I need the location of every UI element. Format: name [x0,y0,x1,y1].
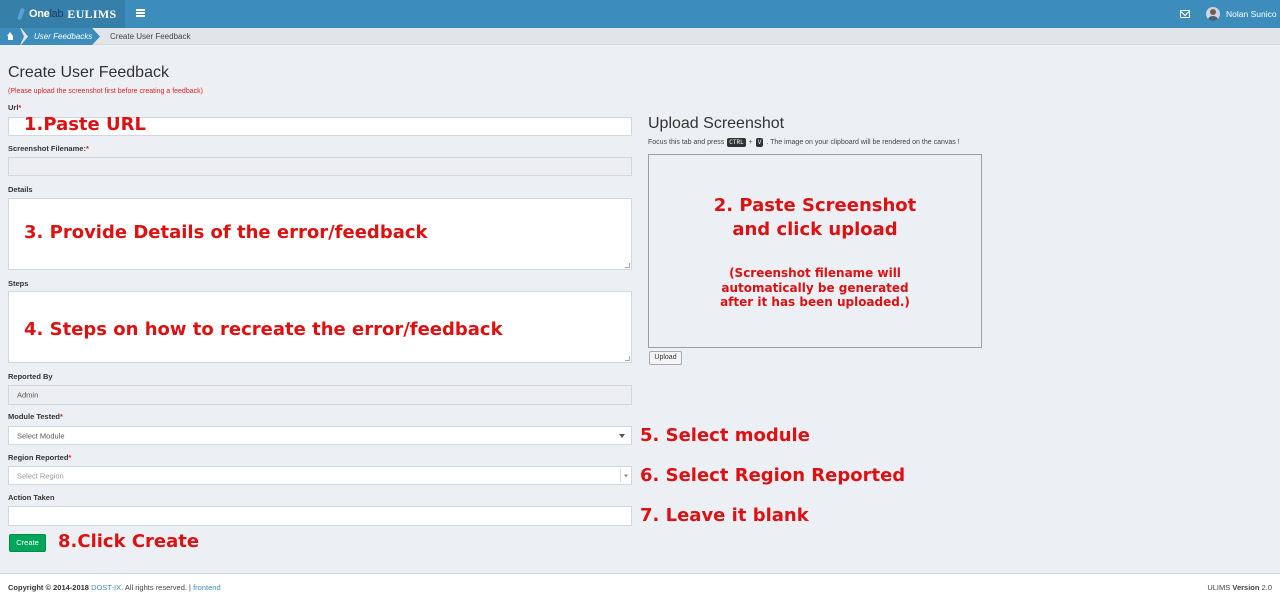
footer-copyright: Copyright © 2014-2018 DOST-IX. All right… [8,583,221,592]
region-reported-label: Region Reported* [8,453,72,462]
top-navbar: Onelab EULIMS Nolan Sunico [0,0,1280,28]
user-name: Nolan Sunico [1226,9,1277,19]
ctrl-key: CTRL [727,138,746,147]
module-tested-label: Module Tested* [8,412,63,421]
url-label: Url* [8,103,22,112]
breadcrumb-current-page: Create User Feedback [110,32,191,41]
reported-by-label: Reported By [8,372,53,381]
logo-eulims-text: EULIMS [67,6,117,21]
footer-frontend-link[interactable]: frontend [193,583,221,592]
v-key: V [755,138,764,147]
resize-handle-icon[interactable] [625,356,630,361]
annotation-step-2: 2. Paste Screenshot and click upload [713,195,917,240]
annotation-step-5: 5. Select module [640,425,810,446]
app-logo[interactable]: Onelab EULIMS [0,0,125,28]
chevron-down-icon [619,433,625,438]
footer: Copyright © 2014-2018 DOST-IX. All right… [0,573,1280,600]
envelope-icon[interactable] [1180,10,1190,18]
region-select[interactable]: Select Region [8,466,632,485]
steps-label: Steps [8,279,29,288]
logo-onelab-text: Onelab [29,8,64,20]
annotation-step-8: 8.Click Create [58,531,200,552]
upload-screenshot-title: Upload Screenshot [648,115,785,132]
footer-version: ULIMS Version 2.0 [1207,583,1272,592]
select-divider [620,469,621,482]
reported-by-value: Admin [17,390,39,400]
footer-org-link[interactable]: DOST-IX [91,583,121,592]
breadcrumb-user-feedbacks[interactable]: User Feedbacks [21,28,100,45]
create-button[interactable]: Create [9,534,46,552]
action-taken-input[interactable] [8,506,632,526]
breadcrumb-home[interactable] [0,28,24,45]
annotation-step-1: 1.Paste URL [24,114,146,135]
module-select[interactable]: Select Module [8,426,632,445]
annotation-step-2-note: (Screenshot filename will automatically … [720,266,910,309]
reported-by-input[interactable]: Admin [8,385,632,405]
chevron-down-icon [624,474,628,477]
breadcrumb: User Feedbacks Create User Feedback [0,28,1280,45]
annotation-step-6: 6. Select Region Reported [640,465,906,486]
module-select-value: Select Module [17,431,65,440]
annotation-step-4: 4. Steps on how to recreate the error/fe… [24,319,503,340]
home-icon [6,32,15,40]
resize-handle-icon[interactable] [625,263,630,268]
sidebar-toggle-icon[interactable] [136,9,145,17]
upload-button[interactable]: Upload [649,351,682,365]
onelab-logo-icon [16,8,26,20]
upload-instructions: Focus this tab and press CTRL + V . The … [648,138,960,147]
screenshot-filename-label: Screenshot Filename:* [8,144,89,153]
details-label: Details [8,185,33,194]
annotation-step-7: 7. Leave it blank [640,505,809,526]
upload-first-note: (Please upload the screenshot first befo… [8,88,203,95]
region-select-placeholder: Select Region [17,471,64,480]
user-menu[interactable]: Nolan Sunico [1206,6,1277,22]
annotation-step-3: 3. Provide Details of the error/feedback [24,222,428,243]
page-title: Create User Feedback [8,64,169,81]
avatar [1206,7,1220,21]
screenshot-filename-input[interactable] [8,157,632,176]
action-taken-label: Action Taken [8,493,55,502]
screenshot-canvas[interactable] [648,154,982,348]
